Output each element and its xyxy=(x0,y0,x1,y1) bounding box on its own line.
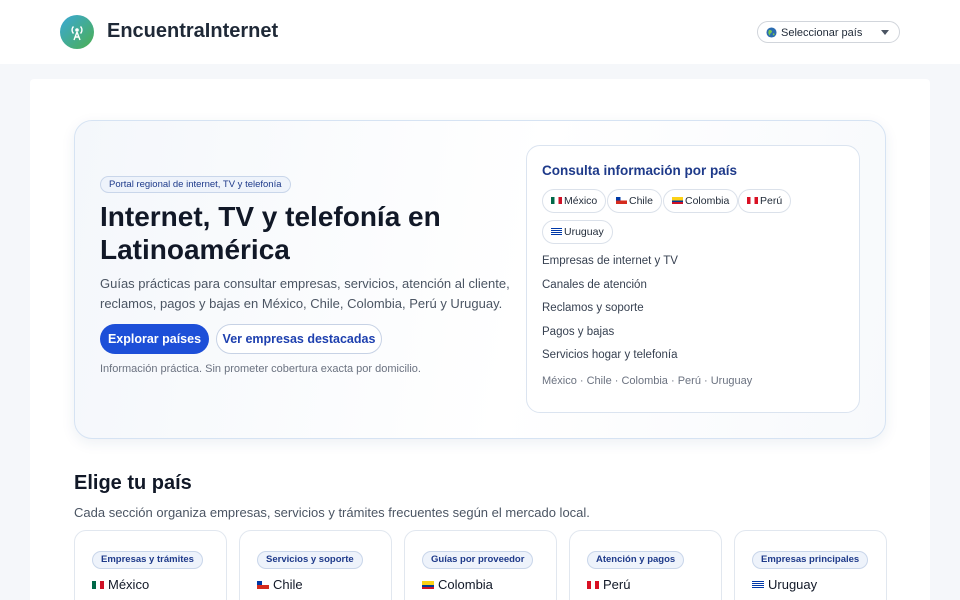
mexico-flag-icon xyxy=(92,580,104,589)
country-card-badge: Atención y pagos xyxy=(587,551,685,569)
colombia-flag-icon xyxy=(422,580,434,589)
peru-flag-icon xyxy=(587,580,599,589)
hero-note: Información práctica. Sin prometer cober… xyxy=(100,363,421,375)
link-companies[interactable]: Empresas de internet y TV xyxy=(542,255,678,267)
section-title: Elige tu país xyxy=(74,472,192,494)
hero-badge: Portal regional de internet, TV y telefo… xyxy=(100,176,291,193)
country-card-badge: Servicios y soporte xyxy=(257,551,363,569)
country-select-label: Seleccionar país xyxy=(781,27,863,39)
top-bar: EncuentraInternet Seleccionar país xyxy=(0,0,960,64)
info-countries-line: México · Chile · Colombia · Perú · Urugu… xyxy=(542,375,753,387)
globe-icon xyxy=(766,27,777,38)
info-panel-title: Consulta información por país xyxy=(542,163,738,178)
country-card-name: Uruguay xyxy=(752,577,817,592)
country-card-badge: Guías por proveedor xyxy=(422,551,534,569)
link-claims[interactable]: Reclamos y soporte xyxy=(542,302,644,314)
chip-chile[interactable]: Chile xyxy=(607,189,662,213)
peru-flag-icon xyxy=(747,196,758,204)
brand-name[interactable]: EncuentraInternet xyxy=(107,20,278,43)
country-card-badge: Empresas y trámites xyxy=(92,551,203,569)
country-card-name: Perú xyxy=(587,577,630,592)
country-card-name: Chile xyxy=(257,577,303,592)
chip-uruguay[interactable]: Uruguay xyxy=(542,220,613,244)
hero-description: Guías prácticas para consultar empresas,… xyxy=(100,276,510,311)
country-card-name: Colombia xyxy=(422,577,493,592)
chile-flag-icon xyxy=(616,196,627,204)
country-card-badge: Empresas principales xyxy=(752,551,869,569)
chip-colombia[interactable]: Colombia xyxy=(663,189,739,213)
mexico-flag-icon xyxy=(551,196,562,204)
section-description: Cada sección organiza empresas, servicio… xyxy=(74,505,590,520)
link-home-services[interactable]: Servicios hogar y telefonía xyxy=(542,349,678,361)
caret-down-icon xyxy=(881,30,889,35)
hero-title: Internet, TV y telefonía en Latinoaméric… xyxy=(100,201,441,265)
antenna-icon[interactable] xyxy=(60,15,94,49)
uruguay-flag-icon xyxy=(551,227,562,235)
featured-companies-button[interactable]: Ver empresas destacadas xyxy=(216,324,382,354)
chip-mexico[interactable]: México xyxy=(542,189,607,213)
chile-flag-icon xyxy=(257,580,269,589)
explore-countries-button[interactable]: Explorar países xyxy=(100,324,209,354)
link-payments[interactable]: Pagos y bajas xyxy=(542,326,614,338)
uruguay-flag-icon xyxy=(752,580,764,589)
country-select[interactable]: Seleccionar país xyxy=(757,21,900,43)
country-card-name: México xyxy=(92,577,149,592)
chip-peru[interactable]: Perú xyxy=(738,189,792,213)
colombia-flag-icon xyxy=(672,196,683,204)
link-support-channels[interactable]: Canales de atención xyxy=(542,279,647,291)
